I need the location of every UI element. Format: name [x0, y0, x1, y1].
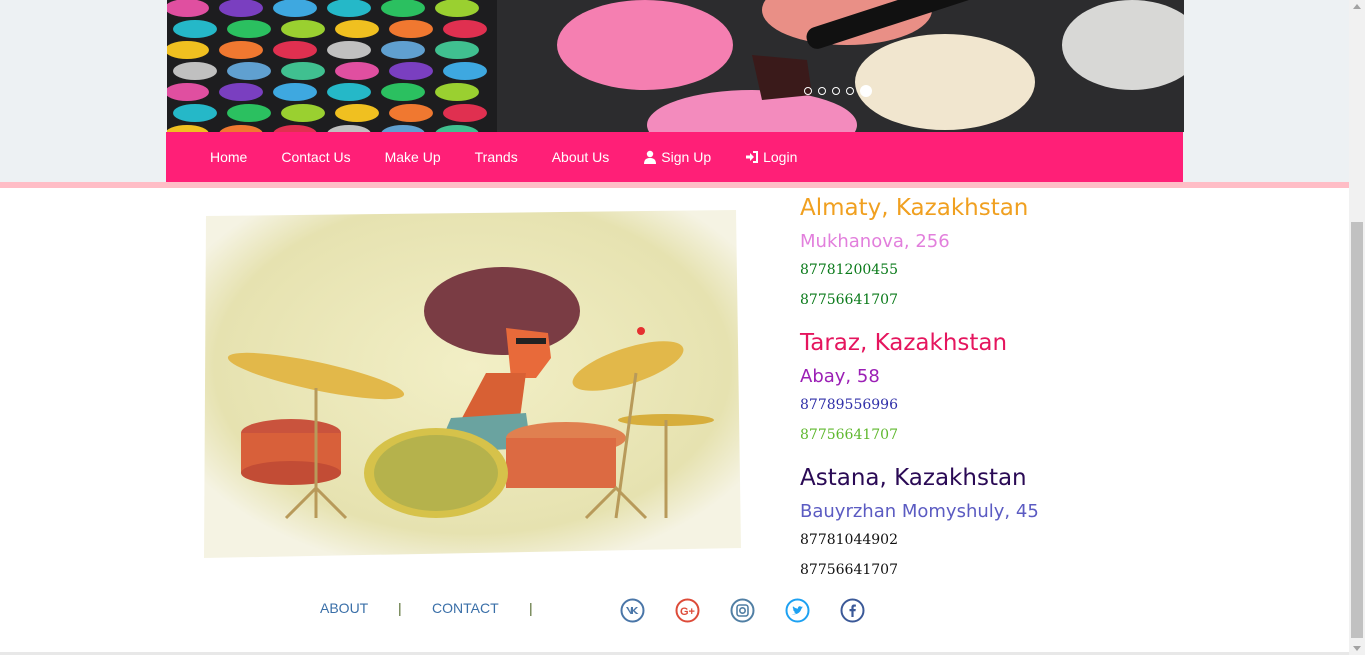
eyeshadow-pan [327, 41, 371, 59]
contact-phone: 87756641707 [800, 562, 898, 578]
eyeshadow-pan [219, 41, 263, 59]
contact-city: Taraz, Kazakhstan [800, 330, 1008, 356]
eyeshadow-pan [173, 62, 217, 80]
eyeshadow-pan [273, 41, 317, 59]
contact-phone: 87781044902 [800, 532, 898, 548]
main-navbar: Home Contact Us Make Up Trands About Us … [166, 132, 1183, 182]
eyeshadow-pan [281, 20, 325, 38]
nav-sign-up[interactable]: Sign Up [626, 149, 728, 165]
nav-home-label: Home [210, 149, 248, 165]
eyeshadow-pan [381, 41, 425, 59]
eyeshadow-pan [435, 83, 479, 101]
nav-contact-us-label: Contact Us [281, 149, 351, 165]
nav-trands-label: Trands [474, 149, 518, 165]
vertical-scrollbar[interactable] [1349, 0, 1365, 655]
eyeshadow-pan [389, 20, 433, 38]
nav-trands[interactable]: Trands [458, 149, 535, 165]
nav-login[interactable]: Login [728, 149, 814, 165]
contact-street: Bauyrzhan Momyshuly, 45 [800, 501, 1039, 522]
slider-dots [804, 85, 872, 97]
instagram-icon[interactable] [730, 598, 755, 623]
main-content: Almaty, Kazakhstan Mukhanova, 256 877812… [0, 188, 1349, 655]
scroll-up-arrow-icon[interactable] [1353, 4, 1361, 9]
drummer-illustration [166, 188, 766, 580]
eyeshadow-pan [227, 20, 271, 38]
contact-phone: 87756641707 [800, 292, 898, 308]
eyeshadow-pan [173, 104, 217, 122]
eyeshadow-pan [335, 62, 379, 80]
contact-street: Mukhanova, 256 [800, 231, 950, 252]
footer-about-link[interactable]: ABOUT [320, 600, 368, 616]
eyeshadow-pan [219, 83, 263, 101]
slider-dot[interactable] [832, 87, 840, 95]
eyeshadow-pan [281, 104, 325, 122]
contact-city: Astana, Kazakhstan [800, 465, 1027, 491]
eyeshadow-pan [435, 41, 479, 59]
slider-dot[interactable] [846, 87, 854, 95]
nav-about-us-label: About Us [551, 149, 610, 165]
contact-phone: 87789556996 [800, 397, 898, 413]
hero-slider [167, 0, 1184, 132]
scrollbar-thumb[interactable] [1351, 222, 1363, 638]
eyeshadow-pan [273, 83, 317, 101]
makeup-palette-image [167, 0, 1184, 132]
eyeshadow-pan [167, 41, 209, 59]
eyeshadow-pan [227, 62, 271, 80]
contact-phone: 87756641707 [800, 427, 898, 443]
eyeshadow-pan [167, 83, 209, 101]
eyeshadow-pan [227, 104, 271, 122]
eyeshadow-pan [335, 104, 379, 122]
contact-city: Almaty, Kazakhstan [800, 195, 1029, 221]
slider-dot[interactable] [818, 87, 826, 95]
login-icon [746, 151, 759, 163]
nav-sign-up-label: Sign Up [661, 149, 712, 165]
vk-icon[interactable] [620, 598, 645, 623]
eyeshadow-pan [443, 20, 487, 38]
svg-text:G+: G+ [680, 606, 695, 618]
contact-phone: 87781200455 [800, 262, 898, 278]
footer-contact-link[interactable]: CONTACT [432, 600, 499, 616]
scroll-down-arrow-icon[interactable] [1353, 646, 1361, 651]
user-icon [644, 150, 657, 164]
nav-home[interactable]: Home [193, 149, 264, 165]
nav-make-up-label: Make Up [384, 149, 441, 165]
page: Home Contact Us Make Up Trands About Us … [0, 0, 1349, 655]
eyeshadow-pan [173, 20, 217, 38]
nav-make-up[interactable]: Make Up [368, 149, 458, 165]
nav-login-label: Login [763, 149, 798, 165]
nav-contact-us[interactable]: Contact Us [264, 149, 367, 165]
eyeshadow-pan [443, 62, 487, 80]
nav-about-us[interactable]: About Us [535, 149, 627, 165]
footer-separator: | [529, 600, 533, 616]
eyeshadow-pan [389, 104, 433, 122]
contact-street: Abay, 58 [800, 366, 880, 387]
eyeshadow-pan [389, 62, 433, 80]
google-plus-icon[interactable]: G+ [675, 598, 700, 623]
facebook-icon[interactable] [840, 598, 865, 623]
eyeshadow-pan [443, 104, 487, 122]
eyeshadow-pan [327, 83, 371, 101]
eyeshadow-pan [281, 62, 325, 80]
eyeshadow-pan [335, 20, 379, 38]
twitter-icon[interactable] [785, 598, 810, 623]
eyeshadow-pan [381, 83, 425, 101]
slider-dot[interactable] [804, 87, 812, 95]
footer-separator: | [398, 600, 402, 616]
slider-dot-active[interactable] [860, 85, 872, 97]
